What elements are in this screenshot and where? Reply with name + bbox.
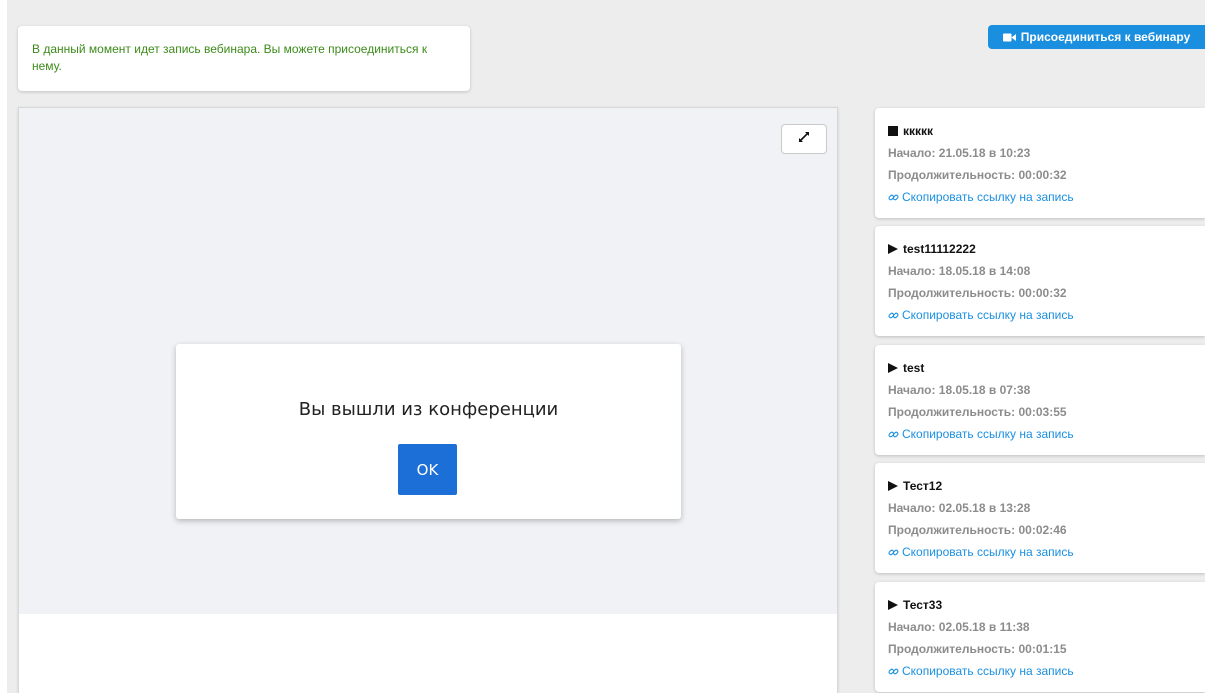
recording-title-text: ккккк [903, 124, 934, 138]
recording-start: Начало: 18.05.18 в 07:38 [888, 383, 1031, 397]
copy-link-label: Скопировать ссылку на запись [902, 427, 1074, 441]
recording-start: Начало: 02.05.18 в 13:28 [888, 501, 1031, 515]
copy-link-button[interactable]: Скопировать ссылку на запись [888, 664, 1074, 678]
recording-card[interactable]: test Начало: 18.05.18 в 07:38 Продолжите… [875, 345, 1205, 455]
copy-link-button[interactable]: Скопировать ссылку на запись [888, 190, 1074, 204]
recording-title-text: Тест12 [903, 479, 943, 493]
recording-duration: Продолжительность: 00:00:32 [888, 286, 1067, 300]
copy-link-button[interactable]: Скопировать ссылку на запись [888, 427, 1074, 441]
recording-duration: Продолжительность: 00:00:32 [888, 168, 1067, 182]
recording-start: Начало: 02.05.18 в 11:38 [888, 620, 1030, 634]
video-camera-icon [1002, 33, 1016, 42]
play-icon [888, 481, 903, 491]
play-icon [888, 244, 903, 254]
recording-duration: Продолжительность: 00:03:55 [888, 405, 1067, 419]
stop-icon [888, 126, 903, 136]
copy-link-label: Скопировать ссылку на запись [902, 664, 1074, 678]
recording-title: ккккк [888, 124, 933, 138]
recording-notice: В данный момент идет запись вебинара. Вы… [18, 26, 470, 91]
play-icon [888, 363, 903, 373]
copy-link-label: Скопировать ссылку на запись [902, 190, 1074, 204]
ok-button[interactable]: OK [398, 444, 457, 495]
dialog-message: Вы вышли из конференции [298, 399, 559, 420]
recording-title-text: test11112222 [903, 242, 976, 256]
fullscreen-button[interactable] [781, 124, 827, 154]
recording-card[interactable]: test11112222 Начало: 18.05.18 в 14:08 Пр… [875, 226, 1205, 336]
play-icon [888, 600, 903, 610]
recording-title: test11112222 [888, 242, 976, 256]
link-icon [888, 310, 899, 321]
recording-start: Начало: 18.05.18 в 14:08 [888, 264, 1031, 278]
video-panel: Вы вышли из конференции OK [18, 107, 838, 693]
link-icon [888, 666, 899, 677]
recording-notice-text: В данный момент идет запись вебинара. Вы… [32, 42, 428, 73]
copy-link-button[interactable]: Скопировать ссылку на запись [888, 545, 1074, 559]
recording-card[interactable]: ккккк Начало: 21.05.18 в 10:23 Продолжит… [875, 108, 1205, 218]
recording-card[interactable]: Тест33 Начало: 02.05.18 в 11:38 Продолжи… [875, 582, 1205, 692]
recording-duration: Продолжительность: 00:01:15 [888, 642, 1067, 656]
recording-duration: Продолжительность: 00:02:46 [888, 523, 1067, 537]
recording-title: Тест12 [888, 479, 942, 493]
recording-card[interactable]: Тест12 Начало: 02.05.18 в 13:28 Продолжи… [875, 463, 1205, 573]
join-webinar-button[interactable]: Присоединиться к вебинару [988, 25, 1205, 49]
copy-link-label: Скопировать ссылку на запись [902, 545, 1074, 559]
join-webinar-label: Присоединиться к вебинару [1020, 30, 1191, 44]
recording-start: Начало: 21.05.18 в 10:23 [888, 146, 1031, 160]
recording-title: Тест33 [888, 598, 942, 612]
link-icon [888, 547, 899, 558]
recording-title-text: Тест33 [903, 598, 943, 612]
recording-title: test [888, 361, 924, 375]
recording-title-text: test [903, 361, 925, 375]
video-area: Вы вышли из конференции OK [19, 108, 837, 614]
copy-link-label: Скопировать ссылку на запись [902, 308, 1074, 322]
copy-link-button[interactable]: Скопировать ссылку на запись [888, 308, 1074, 322]
left-edge [0, 0, 7, 693]
left-conference-dialog: Вы вышли из конференции OK [176, 344, 681, 519]
expand-icon [797, 130, 811, 149]
link-icon [888, 192, 899, 203]
link-icon [888, 429, 899, 440]
